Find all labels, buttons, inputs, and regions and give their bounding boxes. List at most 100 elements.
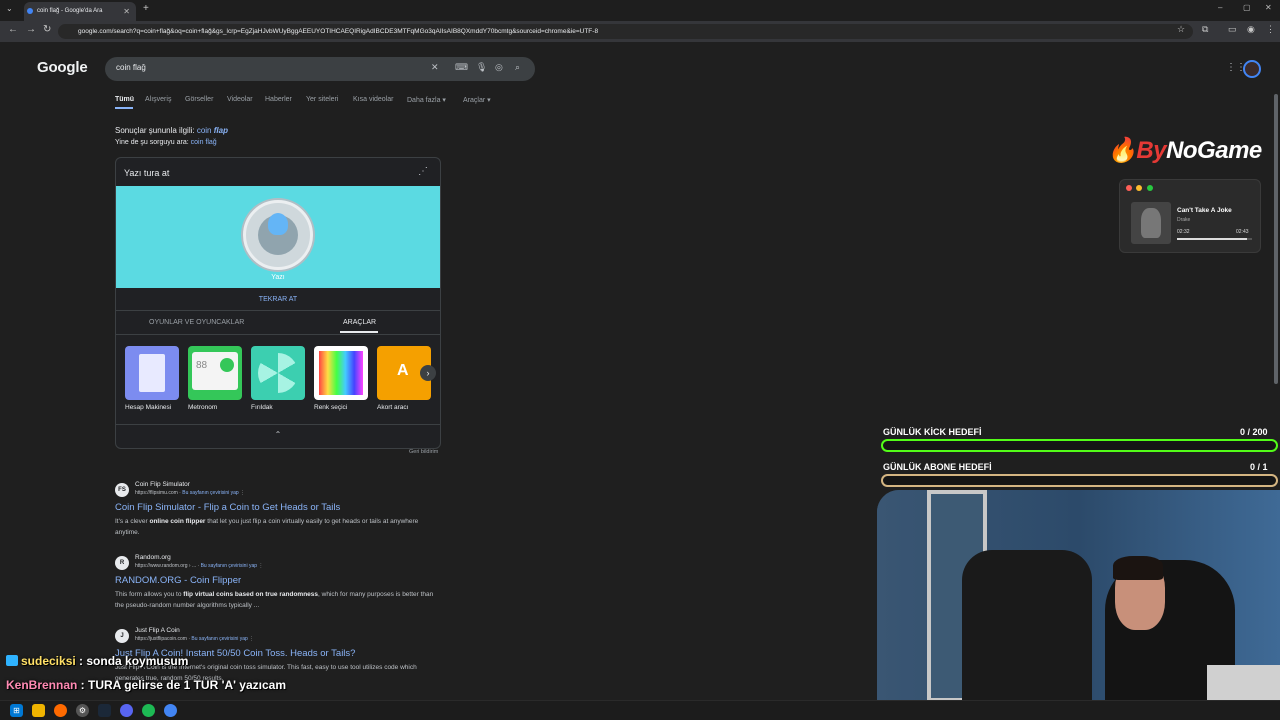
divider (116, 334, 440, 335)
url-input[interactable]: google.com/search?q=coin+flağ&oq=coin+fl… (58, 24, 1193, 39)
nav-more[interactable]: Daha fazla ▾ (407, 96, 446, 104)
search-instead: Yine de şu sorguyu ara: coin flağ (115, 139, 217, 146)
result-url: https://www.random.org › ... · Bu sayfan… (135, 563, 264, 569)
spotify-icon[interactable] (142, 704, 155, 717)
music-player-widget: Can't Take A Joke Drake 02:32 02:43 (1119, 179, 1261, 253)
chat-text: : TURA gelirse de 1 TUR 'A' yazıcam (77, 678, 286, 692)
forward-icon[interactable]: → (26, 24, 36, 35)
result-site-name: Just Flip A Coin (135, 627, 180, 634)
sub-goal-value: 0 / 1 (1250, 462, 1268, 472)
clear-search-icon[interactable]: ✕ (431, 62, 439, 73)
metronome-icon: 88 (192, 352, 238, 390)
nav-tools[interactable]: Araçlar ▾ (463, 96, 491, 104)
metronome-tool[interactable]: 88 (188, 346, 242, 400)
sub-goal-label: GÜNLÜK ABONE HEDEFİ (883, 462, 992, 472)
share-icon[interactable]: ⋰ (418, 166, 428, 177)
result-url: https://flipsimu.com · Bu sayfanın çevir… (135, 490, 246, 496)
nav-places[interactable]: Yer siteleri (306, 96, 338, 103)
nav-images[interactable]: Görseller (185, 96, 213, 103)
close-dot-icon (1126, 185, 1132, 191)
translate-link[interactable]: Bu sayfanın çevirisini yap (182, 490, 238, 496)
correction-link-word1[interactable]: coin (197, 126, 214, 135)
file-explorer-icon[interactable] (32, 704, 45, 717)
collapse-chevron-up-icon[interactable]: ⌃ (116, 430, 440, 439)
address-bar: ← → ↻ google.com/search?q=coin+flağ&oq=c… (0, 21, 1280, 42)
spelling-correction: Sonuçlar şununla ilgili: coin flap (115, 126, 228, 135)
windows-taskbar: ⊞ ⚙ (0, 700, 1280, 720)
color-picker-tool[interactable] (314, 346, 368, 400)
menu-icon[interactable]: ⋮ (1266, 24, 1275, 35)
chat-message: sudeciksi : sonda koymusum (6, 654, 188, 668)
tool-label-metronome: Metronom (188, 404, 218, 411)
steam-icon[interactable] (98, 704, 111, 717)
tools-tab-indicator (340, 331, 378, 333)
spinner-tool[interactable] (251, 346, 305, 400)
flip-again-button[interactable]: TEKRAR AT (116, 296, 440, 303)
active-tab-indicator (115, 107, 133, 109)
account-avatar[interactable] (1243, 60, 1261, 78)
result-snippet: It's a clever online coin flipper that l… (115, 518, 419, 536)
bynogame-logo: 🔥ByNoGame (1107, 137, 1262, 164)
maximize-icon[interactable]: ▢ (1243, 3, 1251, 12)
sidepanel-icon[interactable]: ▭ (1228, 24, 1237, 35)
album-art (1131, 202, 1171, 244)
metronome-value: 88 (196, 360, 208, 371)
translate-link[interactable]: Bu sayfanın çevirisini yap (191, 636, 247, 642)
tab-games[interactable]: OYUNLAR VE OYUNCAKLAR (149, 319, 244, 326)
google-favicon-icon (27, 8, 33, 14)
calculator-icon (139, 354, 165, 392)
profile-icon[interactable]: ◉ (1247, 24, 1255, 35)
close-window-icon[interactable]: ✕ (1265, 3, 1272, 12)
nav-videos[interactable]: Videolar (227, 96, 253, 103)
result-snippet: This form allows you to flip virtual coi… (115, 591, 434, 609)
discord-icon[interactable] (120, 704, 133, 717)
kick-goal-value: 0 / 200 (1240, 427, 1268, 437)
correction-prefix: Sonuçlar şununla ilgili: (115, 126, 197, 135)
minimize-icon[interactable]: – (1218, 3, 1222, 12)
microphone-icon[interactable]: 🎙 (476, 62, 487, 73)
chat-username: KenBrennan (6, 678, 78, 692)
lens-icon[interactable]: ◎ (495, 62, 503, 73)
tool-label-calculator: Hesap Makinesi (125, 404, 172, 411)
tab-google-search[interactable]: coin flağ - Google'da Ara ✕ (24, 2, 136, 21)
windows-start-icon[interactable]: ⊞ (10, 704, 23, 717)
chrome-icon[interactable] (164, 704, 177, 717)
bookmark-star-icon[interactable]: ☆ (1177, 24, 1185, 35)
new-tab-button[interactable]: + (143, 3, 149, 14)
back-icon[interactable]: ← (8, 24, 18, 35)
gaming-chair (962, 550, 1092, 702)
translate-link[interactable]: Bu sayfanın çevirisini yap (201, 563, 257, 569)
google-logo[interactable]: Google (37, 59, 88, 76)
tab-search-icon[interactable]: ⌄ (6, 4, 13, 13)
reload-icon[interactable]: ↻ (43, 24, 51, 35)
firefox-icon[interactable] (54, 704, 67, 717)
close-tab-icon[interactable]: ✕ (123, 2, 130, 21)
nav-news[interactable]: Haberler (265, 96, 292, 103)
search-instead-link[interactable]: coin flağ (191, 139, 217, 146)
song-title: Can't Take A Joke (1177, 207, 1232, 214)
site-favicon: FS (115, 483, 129, 497)
search-icon[interactable]: ⌕ (515, 62, 520, 73)
webcam-feed (877, 490, 1280, 702)
result-title-link[interactable]: RANDOM.ORG - Coin Flipper (115, 575, 241, 586)
nav-shopping[interactable]: Alışveriş (145, 96, 171, 103)
divider (116, 310, 440, 311)
search-input[interactable]: coin flağ ✕ ⌨ 🎙 ◎ ⌕ (105, 57, 535, 81)
site-favicon: J (115, 629, 129, 643)
keyboard-icon[interactable]: ⌨ (455, 62, 468, 73)
settings-icon[interactable]: ⚙ (76, 704, 89, 717)
chevron-right-icon[interactable]: › (420, 365, 436, 381)
widget-title: Yazı tura at (124, 168, 170, 178)
minimize-dot-icon (1136, 185, 1142, 191)
coin-area[interactable]: Yazı (116, 186, 440, 288)
calculator-tool[interactable] (125, 346, 179, 400)
tab-tools[interactable]: ARAÇLAR (343, 319, 376, 326)
scrollbar[interactable] (1274, 94, 1278, 384)
result-title-link[interactable]: Coin Flip Simulator - Flip a Coin to Get… (115, 502, 340, 513)
nav-short-videos[interactable]: Kısa videolar (353, 96, 393, 103)
feedback-link[interactable]: Geri bildirim (409, 449, 438, 455)
nav-all[interactable]: Tümü (115, 96, 134, 103)
tool-label-color-picker: Renk seçici (314, 404, 348, 411)
extensions-icon[interactable]: ⧉ (1202, 24, 1208, 35)
correction-link-word2[interactable]: flap (214, 126, 228, 135)
